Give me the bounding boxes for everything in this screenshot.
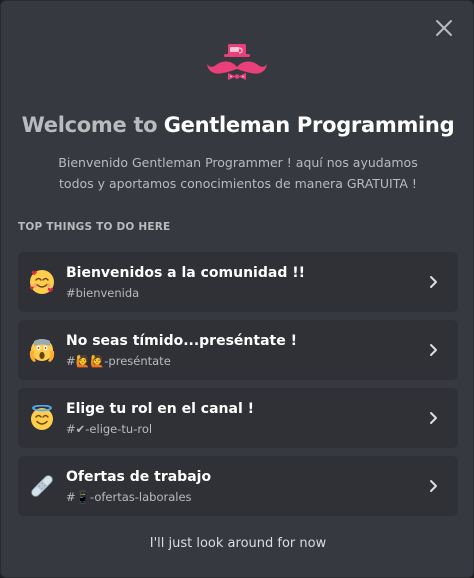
todo-item-bienvenida[interactable]: Bienvenidos a la comunidad !! #bienvenid…	[18, 252, 458, 312]
chevron-right-icon	[428, 342, 440, 358]
todo-item-channel: #🙋🙋-preséntate	[66, 354, 171, 368]
chevron-right-icon	[428, 410, 440, 426]
server-name: Gentleman Programming	[163, 113, 455, 137]
welcome-dialog: Welcome to Gentleman Programming Bienven…	[0, 0, 474, 578]
todo-item-elige-rol[interactable]: Elige tu rol en el canal ! #✔-elige-tu-r…	[18, 388, 458, 448]
todo-item-channel: #📱-ofertas-laborales	[66, 490, 192, 504]
todo-item-channel: #bienvenida	[66, 286, 140, 300]
server-description: Bienvenido Gentleman Programmer ! aquí n…	[58, 155, 418, 191]
welcome-title-prefix: Welcome to	[21, 113, 158, 137]
section-header: TOP THINGS TO DO HERE	[18, 221, 171, 233]
todo-item-channel: #✔-elige-tu-rol	[66, 422, 153, 436]
todo-item-title: Elige tu rol en el canal !	[66, 401, 255, 417]
chevron-right-icon	[428, 274, 440, 290]
smiling-face-with-hearts-icon	[29, 269, 55, 295]
todo-item-presentate[interactable]: No seas tímido...preséntate ! #🙋🙋-presén…	[18, 320, 458, 380]
skip-onboarding-link[interactable]: I'll just look around for now	[1, 536, 473, 551]
face-screaming-in-fear-icon	[29, 337, 55, 363]
todo-item-ofertas[interactable]: Ofertas de trabajo #📱-ofertas-laborales	[18, 456, 458, 516]
todo-item-title: Ofertas de trabajo	[66, 469, 212, 485]
todo-item-title: No seas tímido...preséntate !	[66, 333, 297, 349]
smiling-face-with-halo-icon	[29, 405, 55, 431]
chevron-right-icon	[428, 478, 440, 494]
todo-list: Bienvenidos a la comunidad !! #bienvenid…	[18, 252, 458, 524]
welcome-title: Welcome to Gentleman Programming	[1, 113, 473, 137]
close-icon[interactable]	[433, 17, 455, 39]
adhesive-bandage-icon	[29, 473, 55, 499]
todo-item-title: Bienvenidos a la comunidad !!	[66, 265, 305, 281]
server-logo-icon	[206, 41, 268, 83]
